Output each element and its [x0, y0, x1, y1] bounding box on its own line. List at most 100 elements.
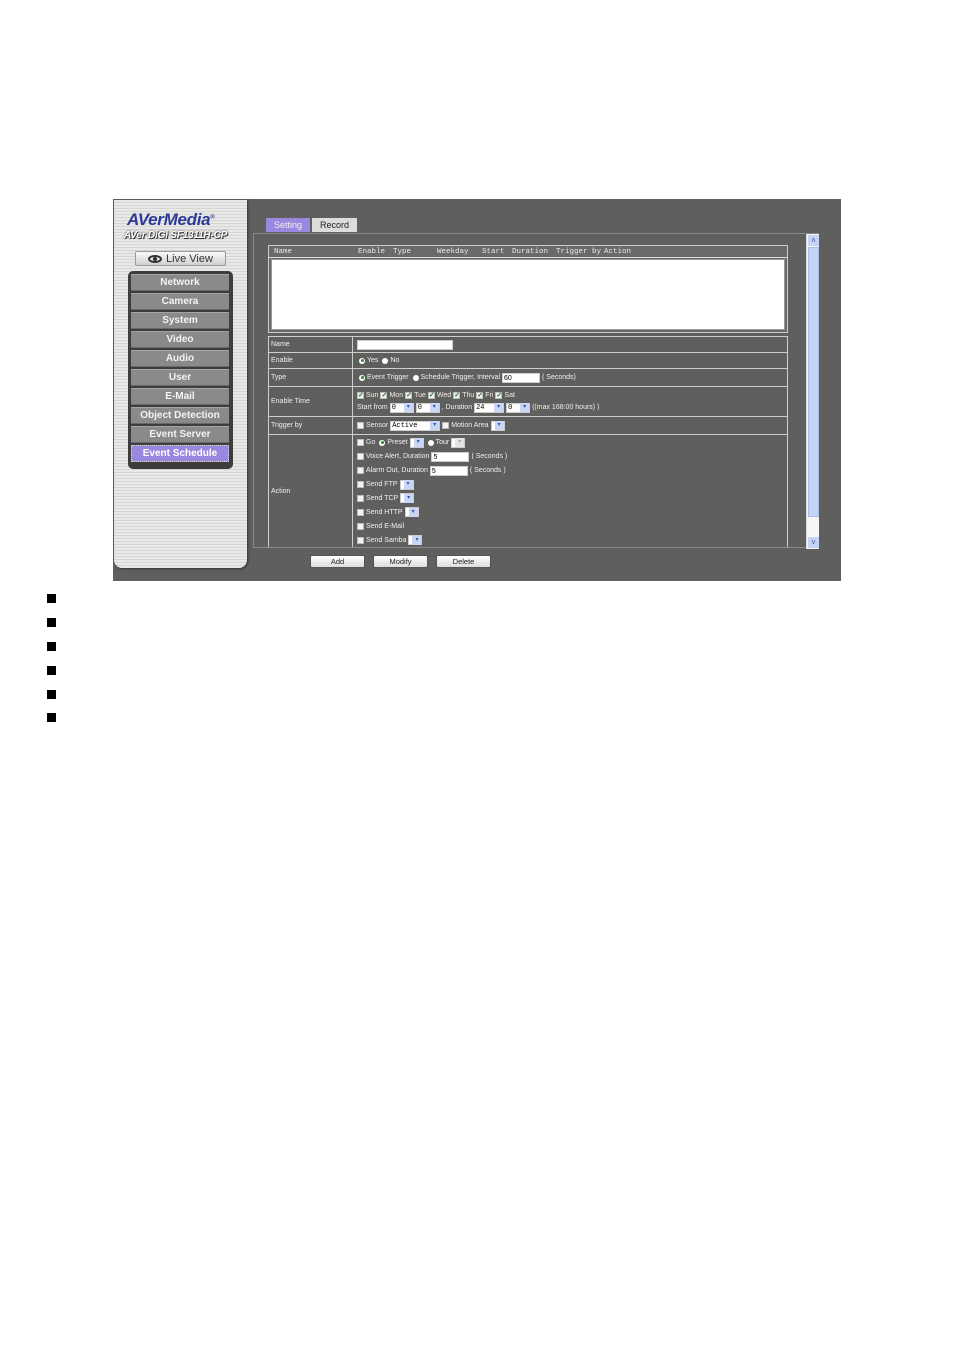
day-sun-checkbox[interactable]: ✓: [357, 391, 364, 399]
send-samba-select[interactable]: ▾: [408, 535, 423, 546]
chevron-down-icon: ▾: [413, 438, 423, 448]
send-tcp-select[interactable]: ▾: [400, 493, 415, 504]
brand-logo: AVerMedia®: [127, 210, 215, 229]
col-action: Action: [604, 248, 632, 256]
chevron-down-icon: ▾: [494, 403, 504, 412]
go-label: Go: [366, 439, 376, 447]
enable-no-radio[interactable]: [382, 357, 389, 364]
day-sat-label: Sat: [504, 391, 515, 399]
tab-setting[interactable]: Setting: [266, 218, 310, 232]
modify-button[interactable]: Modify: [373, 555, 428, 568]
schedule-list-body[interactable]: [271, 259, 785, 330]
alarm-out-duration-input[interactable]: 5: [429, 465, 468, 476]
settings-menu: Network Camera System Video Audio User E…: [128, 271, 233, 469]
col-duration: Duration: [512, 248, 549, 256]
send-email-checkbox[interactable]: [357, 522, 364, 530]
enable-label: Enable: [269, 353, 353, 368]
duration-label: , Duration: [441, 404, 473, 411]
model-name: AVer DiGi SF1311H-CP: [124, 230, 228, 241]
action-buttons: Add Modify Delete: [310, 555, 491, 568]
sensor-checkbox[interactable]: [357, 422, 364, 429]
preset-radio[interactable]: [379, 439, 386, 446]
schedule-form: Name Enable Yes No Type Event Trigger Sc…: [268, 336, 788, 547]
event-trigger-radio[interactable]: [359, 374, 365, 381]
name-label: Name: [269, 337, 353, 352]
delete-button[interactable]: Delete: [436, 555, 491, 568]
motion-area-checkbox[interactable]: [442, 422, 450, 429]
menu-item-object-detection[interactable]: Object Detection: [131, 407, 229, 424]
menu-item-event-server[interactable]: Event Server: [131, 426, 229, 443]
menu-item-camera[interactable]: Camera: [131, 293, 229, 310]
scroll-up-arrow-icon[interactable]: ˄: [808, 235, 819, 246]
chevron-down-icon: ▾: [412, 535, 422, 545]
col-weekday: Weekday: [437, 248, 469, 256]
tour-select[interactable]: ▾: [451, 437, 466, 448]
row-enable: Enable Yes No: [268, 353, 788, 369]
row-enable-time: Enable Time ✓ Sun ✓ Mon ✓ Tue ✓ Wed ✓ Thu ✓ Fr…: [268, 387, 788, 417]
menu-item-audio[interactable]: Audio: [131, 350, 229, 367]
menu-item-system[interactable]: System: [131, 312, 229, 329]
send-tcp-checkbox[interactable]: [357, 494, 364, 502]
day-wed-checkbox[interactable]: ✓: [427, 391, 435, 399]
eye-icon: [148, 254, 163, 263]
duration-minute-select[interactable]: 0 ▾: [506, 402, 531, 413]
send-ftp-checkbox[interactable]: [357, 481, 364, 489]
send-samba-checkbox[interactable]: [357, 536, 364, 544]
tour-radio[interactable]: [427, 439, 434, 446]
start-hour-select[interactable]: 0 ▾: [389, 402, 414, 413]
row-type: Type Event Trigger Schedule Trigger, Int…: [268, 369, 788, 387]
name-input[interactable]: [357, 339, 453, 350]
tab-record[interactable]: Record: [312, 218, 357, 232]
start-from-label: Start from: [357, 404, 388, 411]
voice-alert-duration-input[interactable]: 5: [431, 451, 470, 462]
day-mon-checkbox[interactable]: ✓: [380, 391, 388, 399]
schedule-list: Name Enable Type Weekday Start Duration …: [268, 245, 788, 333]
enable-no-label: No: [390, 357, 400, 364]
enable-yes-radio[interactable]: [359, 357, 365, 364]
day-thu-checkbox[interactable]: ✓: [453, 391, 461, 399]
action-label: Action: [269, 435, 353, 547]
row-name: Name: [268, 336, 788, 353]
bullet-square-icon: [47, 642, 56, 651]
day-sat-checkbox[interactable]: ✓: [495, 391, 503, 399]
go-checkbox[interactable]: [357, 439, 364, 447]
menu-item-event-schedule[interactable]: Event Schedule: [131, 445, 229, 462]
preset-select[interactable]: ▾: [409, 437, 424, 448]
sensor-select[interactable]: Active ▾: [390, 420, 441, 431]
vertical-scrollbar[interactable]: ˄ ˅: [806, 234, 819, 549]
live-view-button[interactable]: Live View: [135, 251, 226, 266]
voice-alert-checkbox[interactable]: [357, 453, 364, 461]
menu-item-email[interactable]: E-Mail: [131, 388, 229, 405]
col-name: Name: [274, 248, 293, 256]
type-label: Type: [269, 369, 353, 386]
schedule-trigger-radio[interactable]: [412, 374, 419, 381]
menu-item-user[interactable]: User: [131, 369, 229, 386]
menu-item-network[interactable]: Network: [131, 274, 229, 291]
chevron-down-icon: ▾: [520, 403, 530, 412]
preset-label: Preset: [387, 439, 408, 447]
bullet-square-icon: [47, 594, 56, 603]
chevron-down-icon: ▾: [403, 403, 413, 412]
add-button[interactable]: Add: [310, 555, 365, 568]
scroll-down-arrow-icon[interactable]: ˅: [808, 537, 819, 548]
interval-input[interactable]: 60: [502, 372, 541, 383]
alarm-out-checkbox[interactable]: [357, 467, 364, 475]
chevron-down-icon: ▾: [430, 421, 440, 430]
send-http-select[interactable]: ▾: [404, 507, 419, 518]
duration-hour-select[interactable]: 24 ▾: [474, 402, 505, 413]
tab-bar: Setting Record: [266, 218, 357, 232]
day-tue-checkbox[interactable]: ✓: [405, 391, 413, 399]
screenshot-frame: AVerMedia® AVer DiGi SF1311H-CP Live Vie…: [113, 199, 841, 581]
tour-label: Tour: [435, 439, 450, 447]
col-type: Type: [393, 248, 412, 256]
send-http-checkbox[interactable]: [357, 508, 364, 516]
scrollbar-thumb[interactable]: [808, 247, 819, 517]
menu-item-video[interactable]: Video: [131, 331, 229, 348]
chevron-down-icon: ▾: [404, 493, 414, 503]
send-ftp-select[interactable]: ▾: [399, 479, 414, 490]
send-email-label: Send E-Mail: [366, 522, 405, 530]
day-fri-checkbox[interactable]: ✓: [476, 391, 484, 399]
motion-area-select[interactable]: ▾: [490, 420, 505, 431]
bullet-square-icon: [47, 666, 56, 675]
start-minute-select[interactable]: 0 ▾: [415, 402, 440, 413]
